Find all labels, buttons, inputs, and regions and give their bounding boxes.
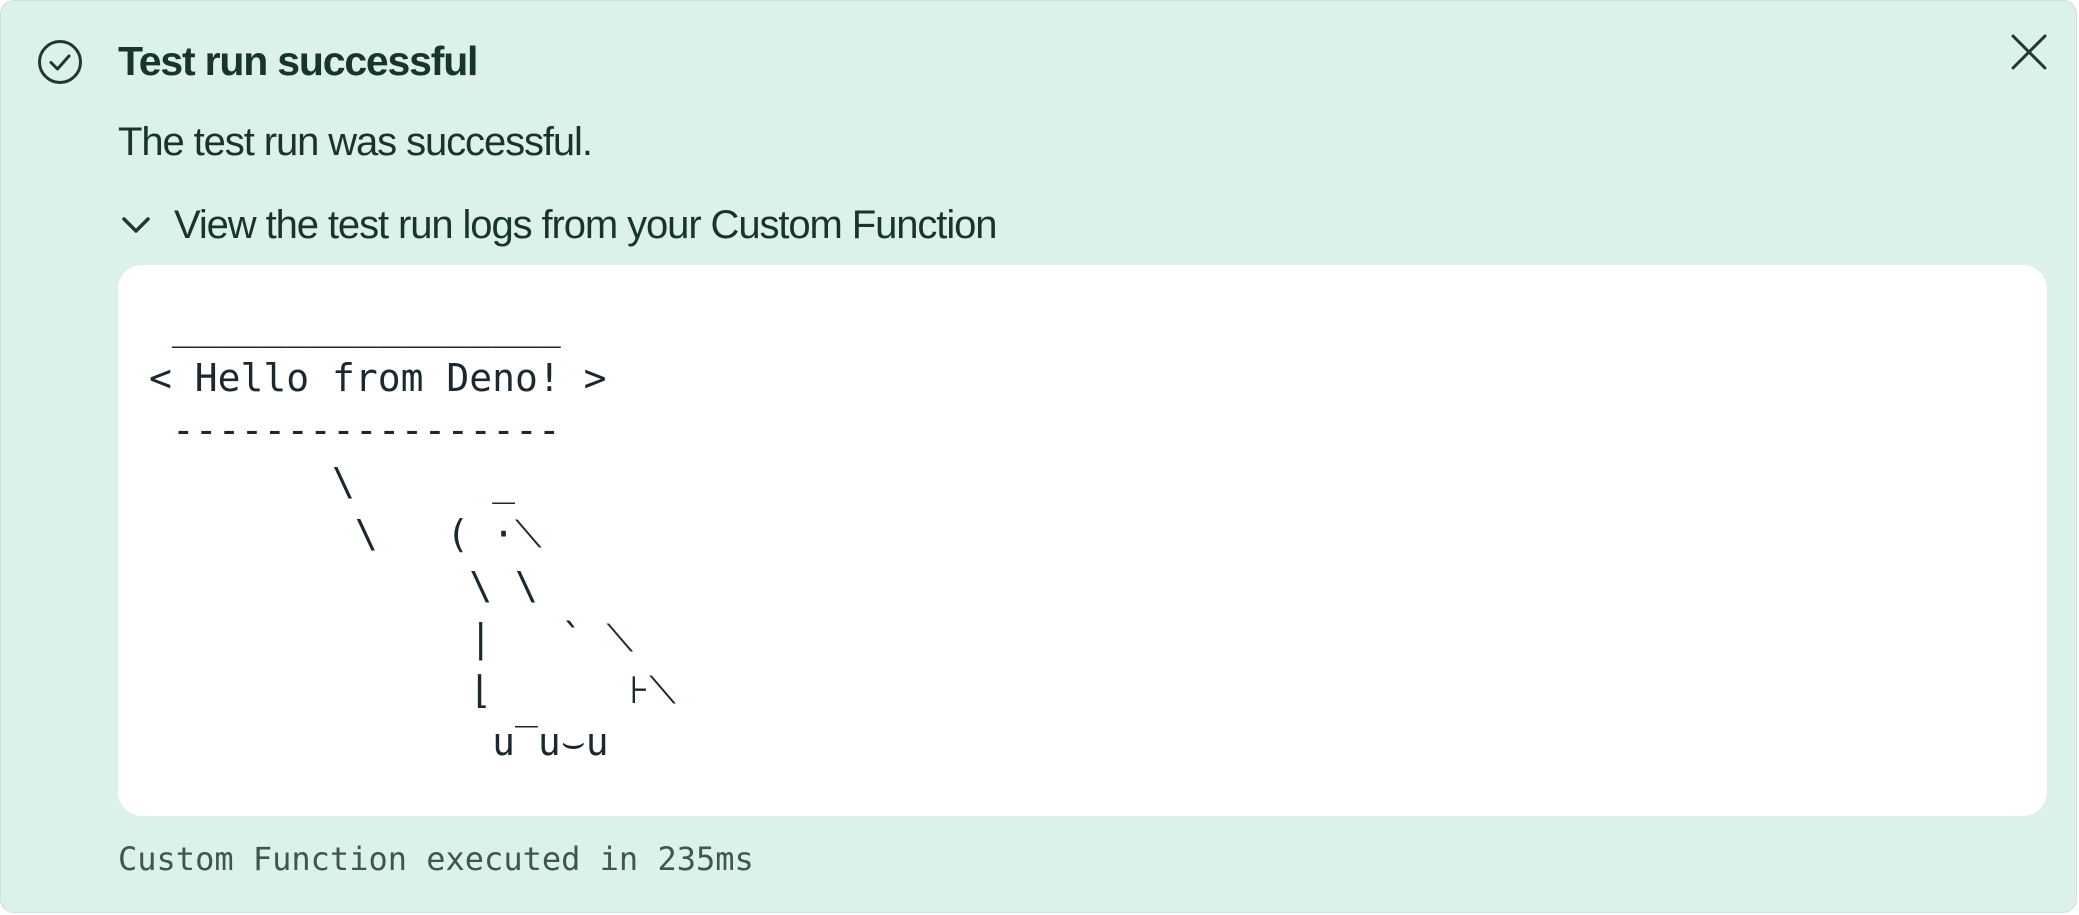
logs-toggle-label: View the test run logs from your Custom … bbox=[174, 203, 998, 247]
close-button[interactable] bbox=[2009, 32, 2049, 72]
logs-output-text: _________________ < Hello from Deno! > -… bbox=[149, 304, 676, 764]
logs-toggle[interactable]: View the test run logs from your Custom … bbox=[118, 197, 998, 253]
alert-title: Test run successful bbox=[118, 38, 478, 84]
logs-output-panel: _________________ < Hello from Deno! > -… bbox=[118, 265, 2047, 816]
success-alert: Test run successful The test run was suc… bbox=[0, 0, 2077, 913]
chevron-down-icon bbox=[122, 217, 150, 233]
check-circle-icon bbox=[38, 40, 82, 84]
execution-summary: Custom Function executed in 235ms bbox=[118, 840, 754, 878]
close-icon bbox=[2011, 34, 2047, 70]
alert-message: The test run was successful. bbox=[118, 120, 593, 164]
